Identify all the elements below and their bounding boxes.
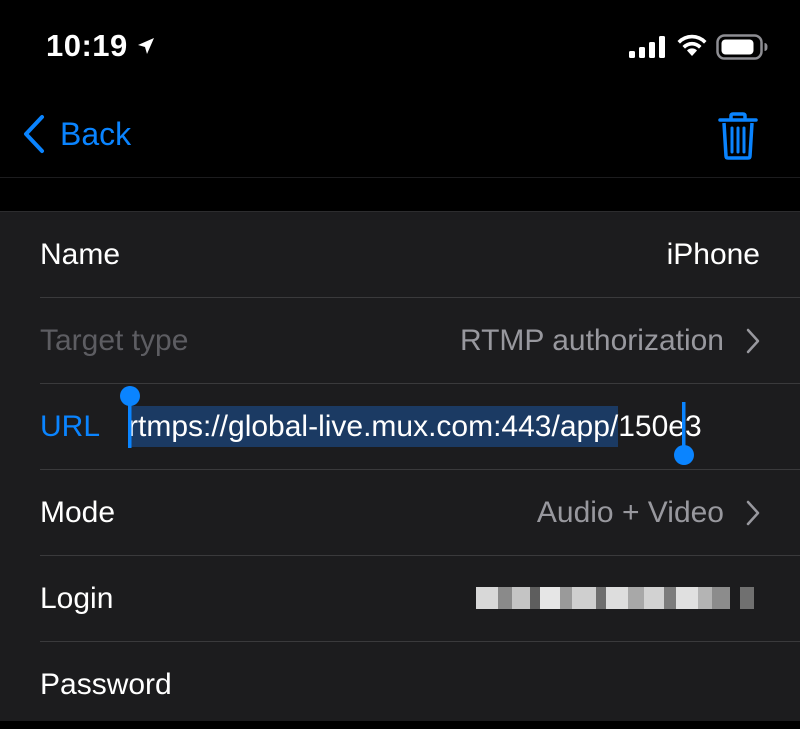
mode-label: Mode [40, 496, 116, 529]
navigation-bar: Back [0, 90, 800, 178]
back-button[interactable]: Back [22, 112, 131, 156]
name-row[interactable]: Name iPhone [40, 212, 800, 298]
login-label: Login [40, 582, 114, 615]
location-arrow-icon [138, 38, 154, 54]
chevron-right-icon [746, 328, 760, 354]
target-type-label: Target type [40, 324, 189, 357]
login-value-redacted[interactable] [476, 587, 760, 609]
chevron-left-icon [24, 115, 44, 153]
bottom-strip [0, 721, 800, 729]
cellular-signal-icon [629, 36, 665, 58]
target-settings-list: Name iPhone Target type RTMP authorizati… [0, 211, 800, 722]
url-input[interactable]: rtmps://global-live.mux.com:443/app/150e… [128, 384, 760, 469]
name-label: Name [40, 238, 121, 271]
login-row[interactable]: Login [40, 556, 800, 642]
selection-start-handle[interactable] [118, 384, 142, 450]
selection-end-handle[interactable] [672, 402, 696, 468]
url-text: rtmps://global-live.mux.com:443/app/150e… [128, 384, 702, 469]
password-row[interactable]: Password [40, 642, 800, 727]
password-label: Password [40, 668, 172, 701]
target-type-value: RTMP authorization [459, 324, 724, 357]
wifi-icon [677, 34, 707, 56]
chevron-right-icon [746, 500, 760, 526]
back-label: Back [60, 116, 132, 152]
name-value[interactable]: iPhone [667, 212, 760, 297]
status-bar: 10:19 [0, 0, 800, 90]
target-type-row[interactable]: Target type RTMP authorization [40, 298, 800, 384]
trash-icon[interactable] [716, 112, 760, 160]
url-selected-text: rtmps://global-live.mux.com:443/app/ [128, 406, 619, 447]
status-time: 10:19 [46, 28, 128, 63]
url-label: URL [40, 410, 101, 443]
mode-row[interactable]: Mode Audio + Video [40, 470, 800, 556]
battery-icon [716, 34, 768, 60]
url-row[interactable]: URL rtmps://global-live.mux.com:443/app/… [40, 384, 800, 470]
mode-value: Audio + Video [536, 496, 724, 529]
